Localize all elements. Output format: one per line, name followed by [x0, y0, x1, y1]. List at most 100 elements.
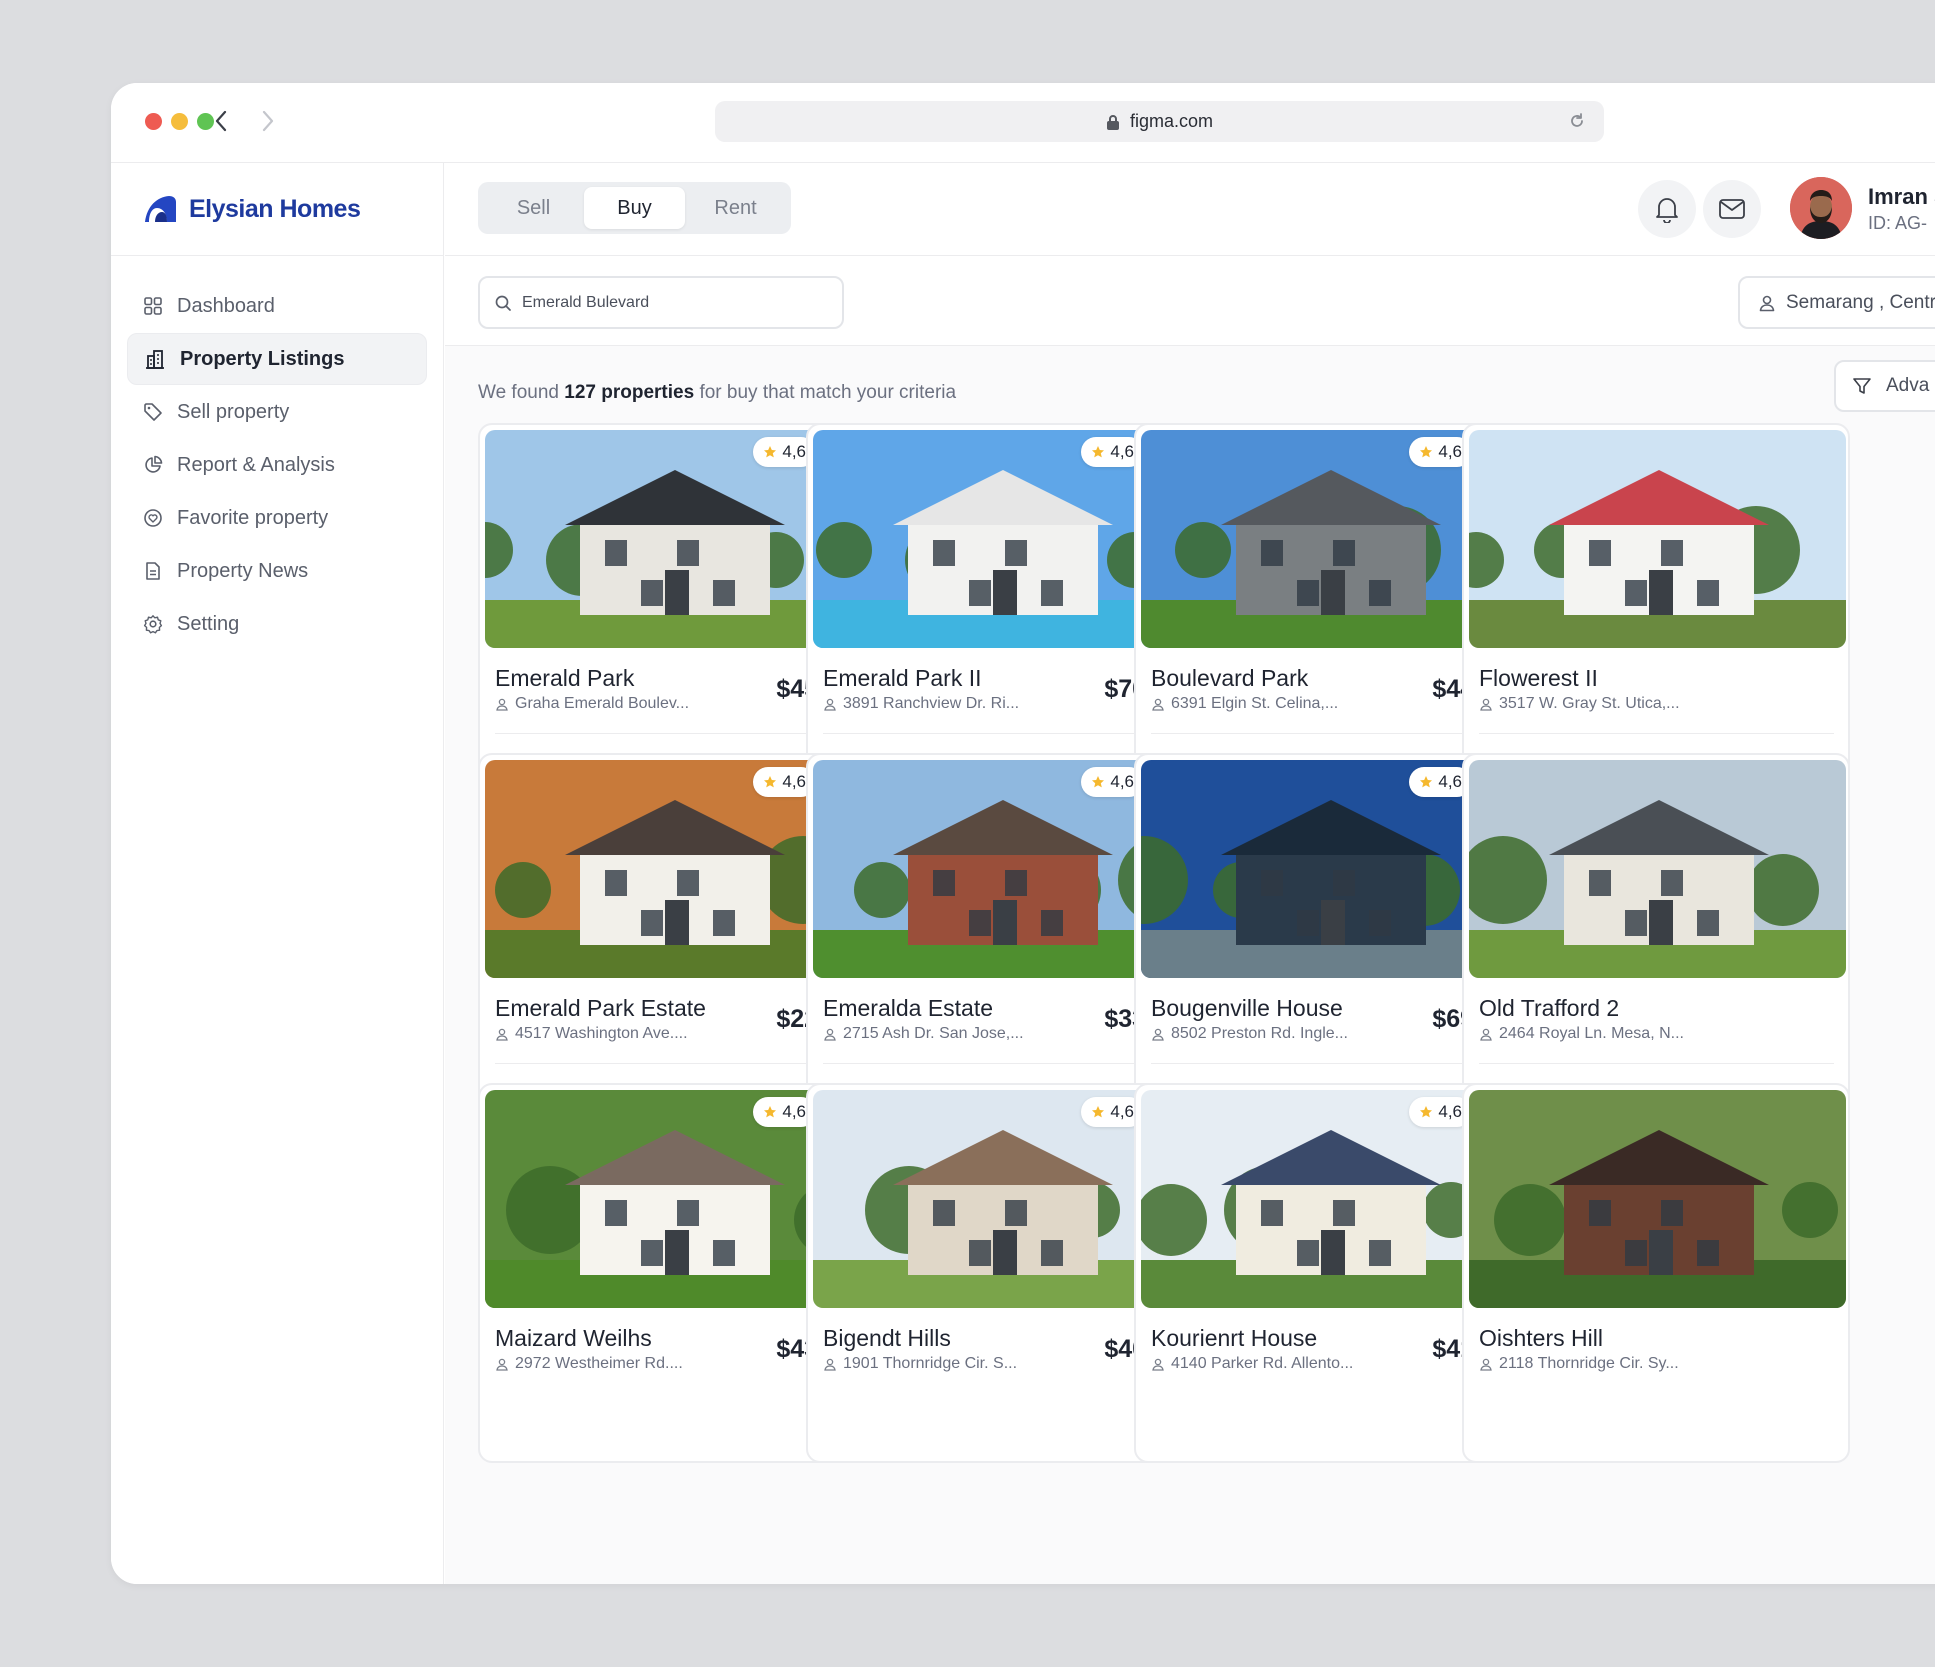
- user-pin-icon: [1480, 1028, 1492, 1041]
- avatar[interactable]: [1790, 177, 1852, 239]
- pie-chart-icon: [145, 455, 163, 473]
- user-pin-icon: [496, 1028, 508, 1041]
- property-address: 4140 Parker Rd. Allento...: [1151, 1355, 1353, 1373]
- sidebar-item-property-news[interactable]: Property News: [127, 545, 427, 597]
- search-input[interactable]: Emerald Bulevard: [478, 276, 844, 329]
- property-image[interactable]: [1469, 1090, 1846, 1308]
- star-icon: [764, 446, 777, 458]
- sidebar-item-property-listings[interactable]: Property Listings: [127, 333, 427, 385]
- sidebar-item-sell-property[interactable]: Sell property: [127, 386, 427, 438]
- property-title[interactable]: Oishters Hill: [1479, 1325, 1603, 1352]
- property-address: 6391 Elgin St. Celina,...: [1151, 695, 1338, 713]
- address-text: 2972 Westheimer Rd....: [515, 1355, 683, 1372]
- property-title[interactable]: Boulevard Park: [1151, 665, 1308, 692]
- sidebar-item-dashboard[interactable]: Dashboard: [127, 280, 427, 332]
- sidebar: Elysian Homes Dashboard Property Listing…: [111, 163, 444, 1584]
- property-image[interactable]: [1469, 430, 1846, 648]
- brand[interactable]: Elysian Homes: [111, 163, 443, 256]
- property-title[interactable]: Emerald Park Estate: [495, 995, 706, 1022]
- minimize-window-button[interactable]: [171, 113, 188, 130]
- property-title[interactable]: Bigendt Hills: [823, 1325, 951, 1352]
- advanced-filter-button[interactable]: Adva: [1834, 360, 1935, 412]
- property-title[interactable]: Emerald Park: [495, 665, 634, 692]
- back-button[interactable]: [203, 103, 239, 139]
- card-divider: [1479, 1063, 1834, 1064]
- property-title[interactable]: Maizard Weilhs: [495, 1325, 652, 1352]
- property-address: 2972 Westheimer Rd....: [495, 1355, 683, 1373]
- property-address: 2464 Royal Ln. Mesa, N...: [1479, 1025, 1684, 1043]
- sidebar-item-label: Property News: [177, 559, 309, 582]
- main-content: Sell Buy Rent Imran S ID: AG- Emerald Bu…: [445, 163, 1935, 1584]
- gear-icon: [143, 615, 163, 634]
- card-divider: [823, 1063, 1178, 1064]
- property-title[interactable]: Emerald Park II: [823, 665, 982, 692]
- user-name: Imran S: [1868, 184, 1935, 209]
- property-address: 2118 Thornridge Cir. Sy...: [1479, 1355, 1679, 1373]
- address-text: 4140 Parker Rd. Allento...: [1171, 1355, 1354, 1372]
- reload-icon[interactable]: [1568, 112, 1586, 130]
- sidebar-item-label: Sell property: [177, 400, 290, 423]
- address-text: 3517 W. Gray St. Utica,...: [1499, 695, 1680, 712]
- filter-bar: Emerald Bulevard Semarang , Central Java: [445, 256, 1935, 346]
- property-title[interactable]: Old Trafford 2: [1479, 995, 1619, 1022]
- property-image[interactable]: [1469, 760, 1846, 978]
- chevron-left-icon: [215, 110, 227, 132]
- search-icon: [495, 295, 511, 311]
- card-divider: [1151, 1063, 1506, 1064]
- location-select[interactable]: Semarang , Central Java: [1738, 276, 1935, 329]
- star-icon: [764, 776, 777, 788]
- chevron-right-icon: [262, 110, 274, 132]
- property-address: 3891 Ranchview Dr. Ri...: [823, 695, 1019, 713]
- property-card[interactable]: Flowerest II3517 W. Gray St. Utica,...11…: [1462, 423, 1850, 803]
- filter-icon: [1853, 378, 1871, 394]
- address-bar[interactable]: figma.com: [715, 101, 1604, 142]
- sidebar-item-report-analysis[interactable]: Report & Analysis: [127, 439, 427, 491]
- address-text: Graha Emerald Boulev...: [515, 695, 690, 712]
- user-pin-icon: [1152, 1358, 1164, 1371]
- address-text: 8502 Preston Rd. Ingle...: [1171, 1025, 1348, 1042]
- tab-rent[interactable]: Rent: [685, 187, 786, 229]
- property-title[interactable]: Kourienrt House: [1151, 1325, 1317, 1352]
- user-pin-icon: [1480, 698, 1492, 711]
- results-prefix: We found: [478, 382, 565, 403]
- tag-icon: [144, 403, 162, 421]
- user-pin-icon: [496, 698, 508, 711]
- star-icon: [1092, 1106, 1105, 1118]
- bell-icon: [1656, 198, 1678, 223]
- property-card[interactable]: Oishters Hill 2118 Thornridge Cir. Sy...: [1462, 1083, 1850, 1463]
- listing-type-tabs: Sell Buy Rent: [478, 182, 791, 234]
- card-divider: [495, 1063, 850, 1064]
- forward-button[interactable]: [250, 103, 286, 139]
- property-address: 4517 Washington Ave....: [495, 1025, 688, 1043]
- notifications-button[interactable]: [1638, 180, 1696, 238]
- advanced-filter-label: Adva: [1886, 375, 1930, 396]
- sidebar-item-favorite-property[interactable]: Favorite property: [127, 492, 427, 544]
- sidebar-item-setting[interactable]: Setting: [127, 598, 427, 650]
- property-title[interactable]: Flowerest II: [1479, 665, 1598, 692]
- sidebar-item-label: Setting: [177, 612, 240, 635]
- property-card[interactable]: Old Trafford 22464 Royal Ln. Mesa, N...2…: [1462, 753, 1850, 1133]
- browser-window: figma.com Elysian Homes Dashboard Proper…: [111, 83, 1935, 1584]
- tab-sell[interactable]: Sell: [483, 187, 584, 229]
- sidebar-item-label: Dashboard: [177, 294, 275, 317]
- sidebar-menu: Dashboard Property Listings Sell propert…: [111, 256, 443, 675]
- tab-buy[interactable]: Buy: [584, 187, 685, 229]
- close-window-button[interactable]: [145, 113, 162, 130]
- user-pin-icon: [824, 1358, 836, 1371]
- property-title[interactable]: Emeralda Estate: [823, 995, 993, 1022]
- card-divider: [823, 733, 1178, 734]
- card-divider: [1151, 733, 1506, 734]
- user-pin-icon: [1152, 698, 1164, 711]
- rating-value: 4,6: [1438, 772, 1462, 791]
- user-pin-icon: [1152, 1028, 1164, 1041]
- rating-value: 4,6: [782, 772, 806, 791]
- document-icon: [146, 562, 160, 580]
- messages-button[interactable]: [1703, 180, 1761, 238]
- address-text: 4517 Washington Ave....: [515, 1025, 688, 1042]
- star-icon: [1420, 776, 1433, 788]
- property-title[interactable]: Bougenville House: [1151, 995, 1343, 1022]
- property-address: 8502 Preston Rd. Ingle...: [1151, 1025, 1348, 1043]
- brand-name: Elysian Homes: [189, 194, 361, 223]
- card-divider: [495, 733, 850, 734]
- user-pin-icon: [496, 1358, 508, 1371]
